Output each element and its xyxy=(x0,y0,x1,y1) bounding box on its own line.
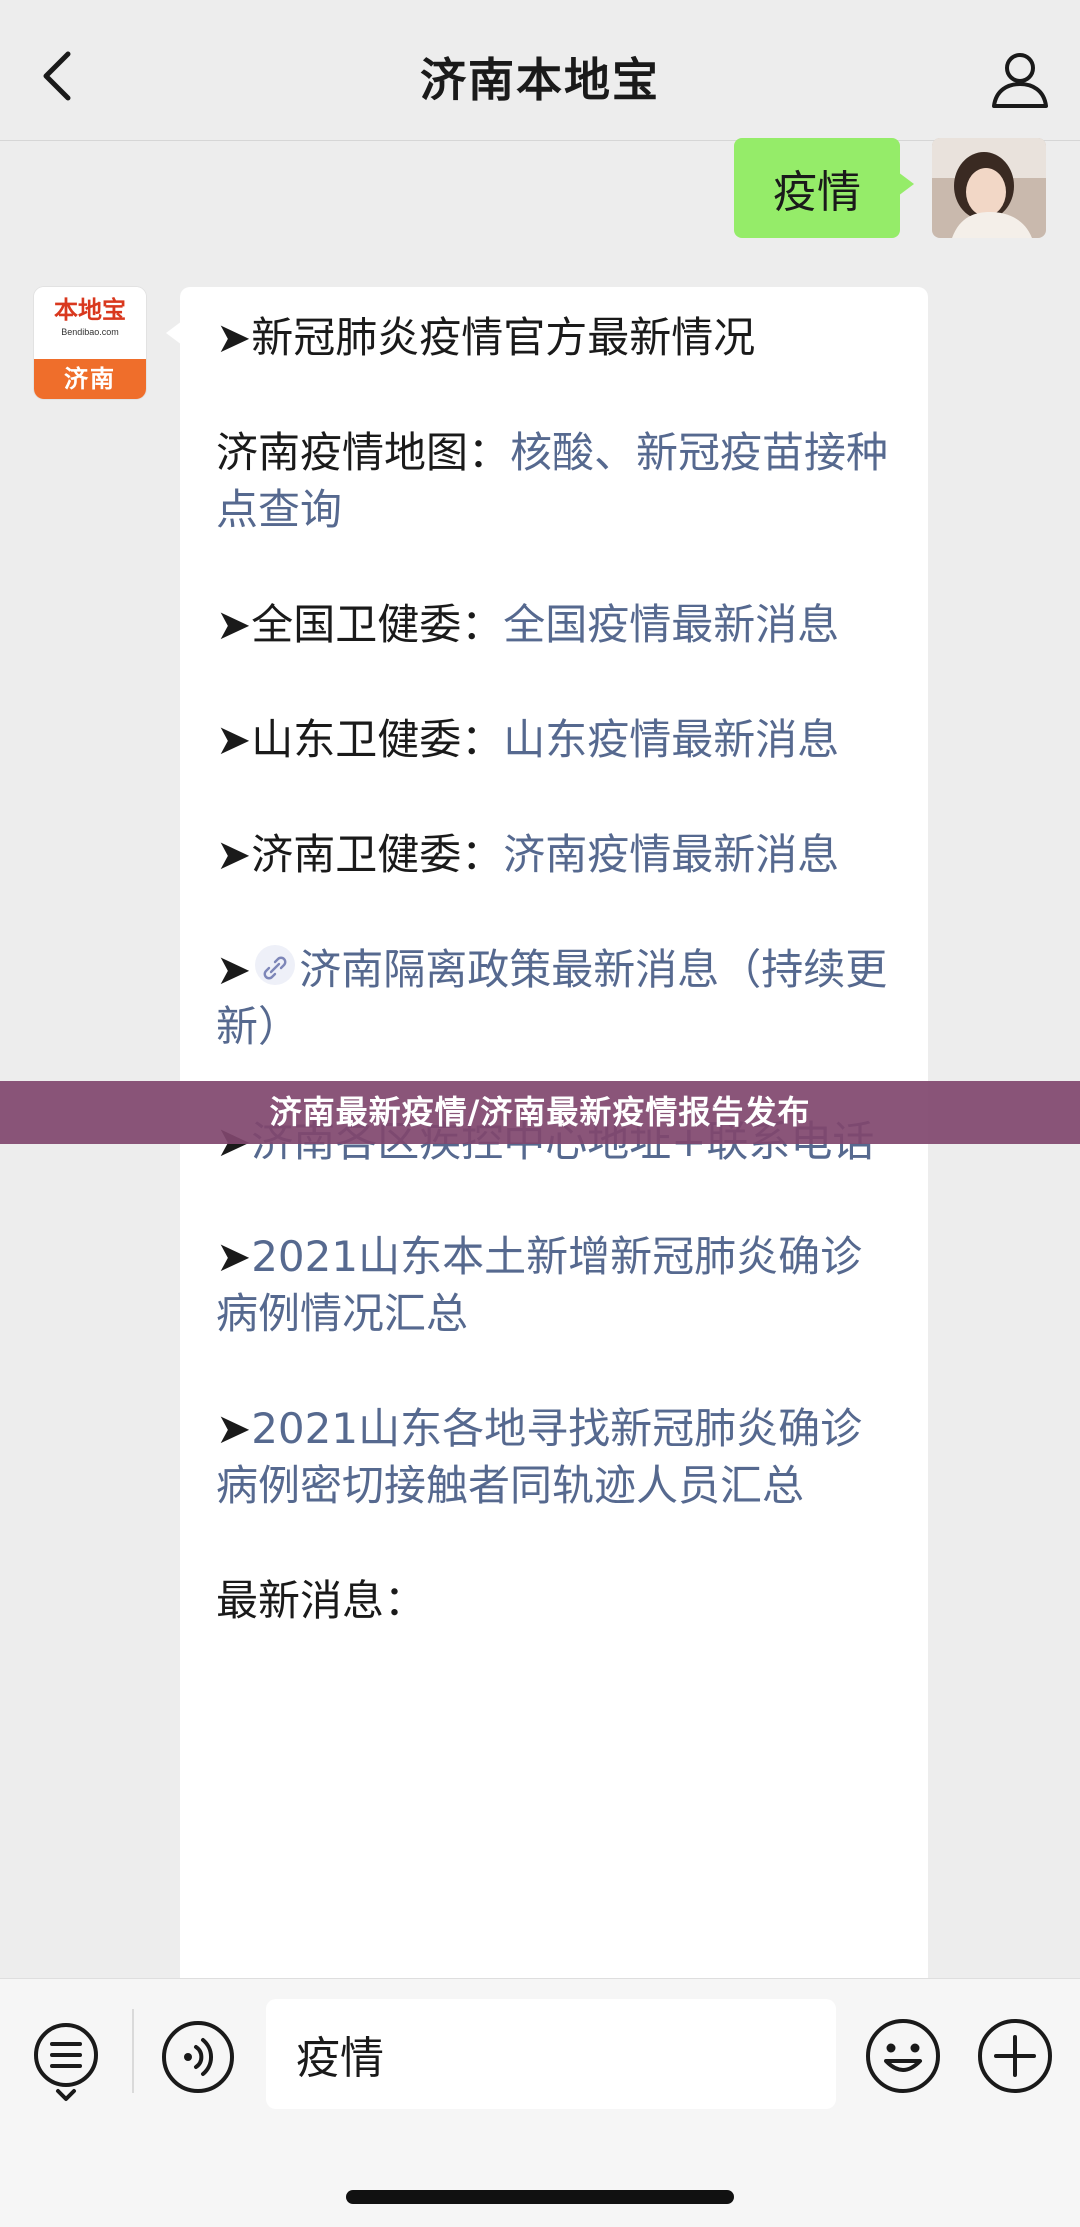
national-news-link[interactable]: 全国疫情最新消息 xyxy=(503,600,839,649)
avatar-brand-text: 本地宝 xyxy=(54,296,126,324)
shandong-news-link[interactable]: 山东疫情最新消息 xyxy=(503,715,839,764)
list-item: ➤2021山东各地寻找新冠肺炎确诊病例密切接触者同轨迹人员汇总 xyxy=(216,1400,898,1514)
nav-header: 济南本地宝 xyxy=(0,0,1080,141)
plus-icon xyxy=(978,2019,1052,2093)
user-message-bubble[interactable]: 疫情 xyxy=(734,138,914,238)
item-prefix: ➤ xyxy=(216,945,252,994)
user-photo xyxy=(932,138,1046,238)
link-icon xyxy=(255,945,296,985)
avatar-city-text: 济南 xyxy=(34,359,146,399)
latest-news-text: 最新消息： xyxy=(216,1576,427,1625)
menu-list-icon xyxy=(34,2023,98,2101)
menu-button[interactable] xyxy=(30,2019,102,2103)
new-cases-link[interactable]: 2021山东本土新增新冠肺炎确诊病例情况汇总 xyxy=(216,1232,862,1338)
item-label: 济南疫情地图： xyxy=(216,428,511,477)
list-item: ➤ 济南隔离政策最新消息（持续更新） xyxy=(216,941,898,1055)
emoji-icon xyxy=(866,2019,940,2093)
item-prefix: ➤ xyxy=(216,1232,252,1281)
jinan-news-link[interactable]: 济南疫情最新消息 xyxy=(503,830,839,879)
heading-text: ➤新冠肺炎疫情官方最新情况 xyxy=(216,313,756,362)
message-input[interactable] xyxy=(266,1999,836,2109)
user-message-text: 疫情 xyxy=(773,167,861,218)
emoji-button[interactable] xyxy=(864,2017,942,2095)
list-item: ➤2021山东本土新增新冠肺炎确诊病例情况汇总 xyxy=(216,1228,898,1342)
voice-icon xyxy=(162,2021,234,2093)
list-item: 济南疫情地图：核酸、新冠疫苗接种点查询 xyxy=(216,424,898,538)
home-indicator[interactable] xyxy=(346,2190,734,2204)
list-item: ➤全国卫健委：全国疫情最新消息 xyxy=(216,596,898,653)
add-attachment-button[interactable] xyxy=(976,2017,1054,2095)
input-divider xyxy=(132,2009,134,2093)
avatar-logo-area: 本地宝 Bendibao.com xyxy=(34,287,146,359)
voice-button[interactable] xyxy=(160,2019,236,2095)
official-account-avatar[interactable]: 本地宝 Bendibao.com 济南 xyxy=(34,287,146,399)
page-title: 济南本地宝 xyxy=(420,53,660,107)
chevron-left-icon xyxy=(43,51,71,101)
item-label: ➤济南卫健委： xyxy=(216,830,504,879)
quarantine-policy-link[interactable]: 济南隔离政策最新消息（持续更新） xyxy=(216,945,887,1051)
title-overlay-banner: 济南最新疫情/济南最新疫情报告发布 xyxy=(0,1081,1080,1144)
person-icon xyxy=(992,53,1048,108)
item-label: ➤全国卫健委： xyxy=(216,600,504,649)
message-heading: ➤新冠肺炎疫情官方最新情况 xyxy=(216,309,898,366)
profile-button[interactable] xyxy=(988,48,1052,112)
list-item: ➤济南卫健委：济南疫情最新消息 xyxy=(216,826,898,883)
item-label: ➤山东卫健委： xyxy=(216,715,504,764)
back-button[interactable] xyxy=(30,46,90,106)
avatar-url-text: Bendibao.com xyxy=(61,327,119,337)
user-avatar[interactable] xyxy=(932,138,1046,238)
official-message-bubble: ➤新冠肺炎疫情官方最新情况 济南疫情地图：核酸、新冠疫苗接种点查询 ➤全国卫健委… xyxy=(166,287,928,2007)
list-item: ➤山东卫健委：山东疫情最新消息 xyxy=(216,711,898,768)
close-contacts-link[interactable]: 2021山东各地寻找新冠肺炎确诊病例密切接触者同轨迹人员汇总 xyxy=(216,1404,862,1510)
latest-news-label: 最新消息： xyxy=(216,1572,898,1629)
item-prefix: ➤ xyxy=(216,1404,252,1453)
